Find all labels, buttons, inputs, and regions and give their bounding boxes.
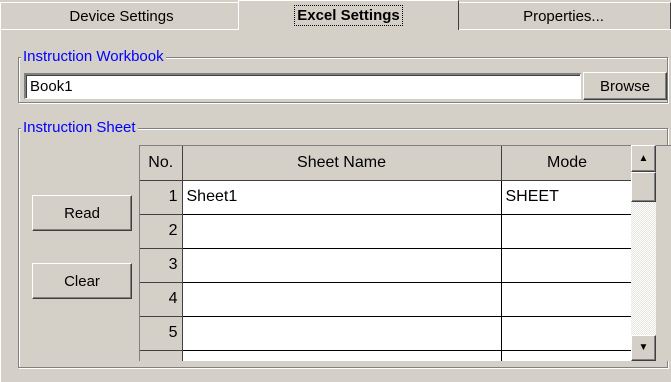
tab-panel-border	[459, 29, 671, 30]
table-row: 5	[140, 316, 634, 351]
mode-cell[interactable]: SHEET	[501, 180, 634, 215]
browse-button[interactable]: Browse	[583, 72, 667, 100]
instruction-workbook-legend: Instruction Workbook	[21, 48, 166, 65]
row-number[interactable]	[140, 350, 183, 361]
clear-button[interactable]: Clear	[32, 263, 132, 299]
grid-header-row: No. Sheet Name Mode	[140, 146, 634, 181]
workbook-input[interactable]: Book1	[24, 73, 581, 99]
tab-label: Excel Settings	[294, 5, 403, 26]
scroll-up-button[interactable]: ▲	[631, 145, 656, 172]
header-mode[interactable]: Mode	[501, 146, 634, 181]
row-number[interactable]: 1	[140, 180, 183, 215]
tab-device-settings[interactable]: Device Settings	[0, 2, 242, 29]
row-number[interactable]: 5	[140, 316, 183, 351]
arrow-up-icon: ▲	[638, 152, 649, 164]
sheet-name-cell[interactable]	[182, 350, 502, 361]
row-number[interactable]: 4	[140, 282, 183, 317]
sheet-grid: No. Sheet Name Mode 1 Sheet1 SHEET 2 3 4…	[139, 145, 671, 361]
mode-cell[interactable]	[501, 350, 634, 361]
tab-excel-settings[interactable]: Excel Settings	[238, 0, 459, 30]
grid-vertical-scrollbar[interactable]: ▼	[631, 172, 656, 361]
sheet-name-cell[interactable]	[182, 248, 502, 283]
header-no[interactable]: No.	[140, 146, 183, 181]
table-row	[140, 350, 634, 361]
scroll-down-button[interactable]: ▼	[631, 335, 656, 361]
tab-label: Properties...	[523, 7, 604, 25]
sheet-name-cell[interactable]: Sheet1	[182, 180, 502, 215]
tab-panel-left-edge	[0, 29, 1, 382]
row-number[interactable]: 3	[140, 248, 183, 283]
row-number[interactable]: 2	[140, 214, 183, 249]
mode-cell[interactable]	[501, 316, 634, 351]
table-row: 2	[140, 214, 634, 249]
sheet-table: No. Sheet Name Mode 1 Sheet1 SHEET 2 3 4…	[140, 146, 634, 361]
table-row: 1 Sheet1 SHEET	[140, 180, 634, 215]
tab-panel-border	[0, 29, 239, 30]
sheet-name-cell[interactable]	[182, 282, 502, 317]
table-row: 3	[140, 248, 634, 283]
mode-cell[interactable]	[501, 248, 634, 283]
sheet-name-cell[interactable]	[182, 316, 502, 351]
tab-properties[interactable]: Properties...	[456, 2, 671, 29]
mode-cell[interactable]	[501, 214, 634, 249]
header-sheet-name[interactable]: Sheet Name	[182, 146, 502, 181]
tab-label: Device Settings	[69, 7, 174, 25]
table-row: 4	[140, 282, 634, 317]
instruction-sheet-legend: Instruction Sheet	[21, 119, 138, 136]
arrow-down-icon: ▼	[638, 342, 649, 353]
sheet-name-cell[interactable]	[182, 214, 502, 249]
read-button[interactable]: Read	[32, 195, 132, 231]
mode-cell[interactable]	[501, 282, 634, 317]
scroll-thumb[interactable]	[631, 172, 656, 202]
